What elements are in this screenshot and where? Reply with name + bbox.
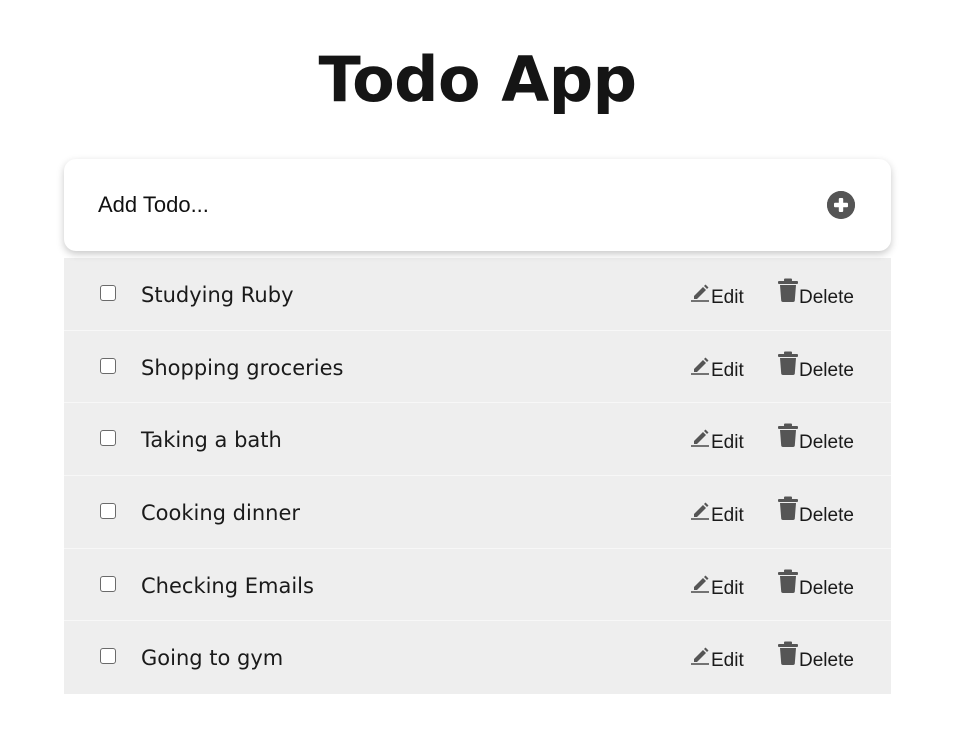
edit-button[interactable]: Edit <box>690 355 744 381</box>
pencil-icon <box>690 645 710 671</box>
todo-text: Studying Ruby <box>141 283 294 307</box>
pencil-icon <box>690 500 710 526</box>
edit-button[interactable]: Edit <box>690 645 744 671</box>
todo-checkbox[interactable] <box>100 648 116 665</box>
pencil-icon <box>690 427 710 453</box>
trash-icon <box>778 569 798 599</box>
todo-item: Checking Emails Edit Delete <box>64 549 891 622</box>
todo-text: Going to gym <box>141 646 284 671</box>
delete-button[interactable]: Delete <box>778 278 854 308</box>
delete-label: Delete <box>799 432 854 454</box>
delete-button[interactable]: Delete <box>778 641 854 672</box>
plus-circle-icon <box>827 191 855 219</box>
delete-label: Delete <box>799 359 854 381</box>
edit-label: Edit <box>711 432 744 454</box>
trash-icon <box>778 641 798 671</box>
edit-button[interactable]: Edit <box>690 282 744 308</box>
todo-checkbox[interactable] <box>100 503 116 520</box>
todo-app-page: Todo App Studying Ruby Edit <box>0 0 962 755</box>
todo-list: Studying Ruby Edit Delete Shopping groce… <box>64 258 891 695</box>
edit-button[interactable]: Edit <box>690 427 744 453</box>
todo-text: Checking Emails <box>141 573 314 598</box>
edit-button[interactable]: Edit <box>690 500 744 526</box>
trash-icon <box>778 351 798 381</box>
todo-item: Cooking dinner Edit Delete <box>64 476 891 549</box>
trash-icon <box>778 423 798 453</box>
edit-label: Edit <box>711 577 744 599</box>
todo-item: Going to gym Edit Delete <box>64 621 891 694</box>
edit-label: Edit <box>711 359 744 381</box>
todo-checkbox[interactable] <box>100 575 116 592</box>
todo-item: Studying Ruby Edit Delete <box>64 258 891 331</box>
todo-text: Shopping groceries <box>141 355 344 380</box>
trash-icon <box>778 278 798 308</box>
edit-label: Edit <box>711 650 744 672</box>
add-todo-bar <box>64 159 891 251</box>
todo-text: Taking a bath <box>141 428 282 453</box>
page-title: Todo App <box>318 43 637 116</box>
delete-button[interactable]: Delete <box>778 569 854 599</box>
add-todo-button[interactable] <box>827 191 855 219</box>
trash-icon <box>778 496 798 526</box>
delete-label: Delete <box>799 287 854 308</box>
pencil-icon <box>690 282 710 308</box>
edit-button[interactable]: Edit <box>690 573 744 599</box>
todo-checkbox[interactable] <box>100 357 116 374</box>
todo-item: Taking a bath Edit Delete <box>64 403 891 477</box>
todo-checkbox[interactable] <box>100 285 116 301</box>
todo-item: Shopping groceries Edit Delete <box>64 331 891 404</box>
todo-text: Cooking dinner <box>141 501 301 526</box>
delete-label: Delete <box>799 650 854 672</box>
todo-checkbox[interactable] <box>100 430 116 447</box>
delete-button[interactable]: Delete <box>778 496 854 527</box>
pencil-icon <box>690 355 710 381</box>
edit-label: Edit <box>711 287 744 308</box>
pencil-icon <box>690 573 710 599</box>
delete-button[interactable]: Delete <box>778 351 854 381</box>
delete-button[interactable]: Delete <box>778 423 854 454</box>
delete-label: Delete <box>799 505 854 527</box>
edit-label: Edit <box>711 505 744 527</box>
delete-label: Delete <box>799 577 854 599</box>
add-todo-input[interactable] <box>98 185 798 225</box>
